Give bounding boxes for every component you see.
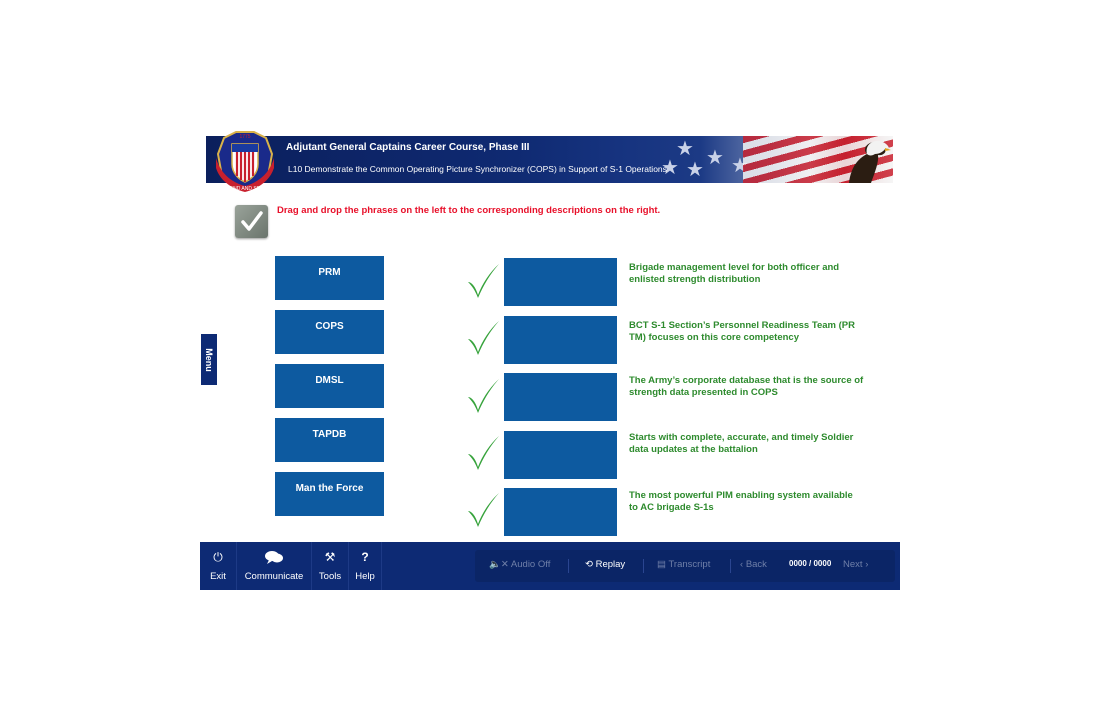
next-button[interactable]: Next › — [843, 559, 868, 570]
description-1: Brigade management level for both office… — [629, 262, 889, 285]
description-line: strength data presented in COPS — [629, 386, 778, 398]
divider — [568, 559, 569, 573]
chevron-right-icon: › — [865, 559, 869, 570]
drag-term-prm[interactable]: PRM — [275, 256, 384, 300]
chat-icon — [237, 550, 311, 567]
drop-target-3[interactable] — [504, 373, 617, 421]
menu-tab-button[interactable]: Menu — [201, 334, 217, 385]
crest-year: 1775 — [239, 134, 250, 140]
drag-term-label: COPS — [315, 321, 344, 332]
green-checkmark-icon — [468, 436, 499, 470]
drag-term-man-the-force[interactable]: Man the Force — [275, 472, 384, 516]
green-checkmark-icon — [468, 264, 499, 298]
description-line: enlisted strength distribution — [629, 273, 761, 285]
regimental-crest-logo: DEFEND AND SERVE 1775 — [216, 131, 274, 192]
audio-off-label: Audio Off — [510, 559, 551, 570]
course-header-banner: ★ ★ ★ ★ ★ Adjutant General Captains Care… — [206, 136, 893, 183]
transcript-label: Transcript — [668, 559, 711, 570]
help-button[interactable]: ? Help — [349, 542, 382, 590]
divider — [643, 559, 644, 573]
description-line: to AC brigade S-1s — [629, 501, 714, 513]
description-3: The Army’s corporate database that is th… — [629, 375, 889, 398]
power-icon: ⏻ — [213, 550, 223, 564]
replay-icon: ⟲ — [585, 559, 593, 570]
drag-term-cops[interactable]: COPS — [275, 310, 384, 354]
description-line: Starts with complete, accurate, and time… — [629, 432, 854, 443]
eagle-image — [849, 141, 891, 183]
exit-label: Exit — [210, 571, 226, 582]
drop-target-4[interactable] — [504, 431, 617, 479]
description-line: Brigade management level for both office… — [629, 262, 840, 273]
replay-button[interactable]: ⟲ Replay — [585, 559, 625, 570]
lesson-subtitle: L10 Demonstrate the Common Operating Pic… — [288, 164, 667, 174]
help-icon: ? — [361, 550, 369, 564]
exit-button[interactable]: ⏻ Exit — [200, 542, 237, 590]
green-checkmark-icon — [468, 493, 499, 527]
media-player-controls: 🔈✕ Audio Off ⟲ Replay ▤ Transcript ‹ Bac… — [475, 550, 895, 582]
footer-toolbar: ⏻ Exit Communicate ⚒ Tools ? Help 🔈✕ Aud… — [200, 542, 900, 590]
communicate-button[interactable]: Communicate — [237, 542, 312, 590]
communicate-label: Communicate — [244, 571, 304, 582]
crest-motto: DEFEND AND SERVE — [220, 186, 271, 192]
description-2: BCT S-1 Section’s Personnel Readiness Te… — [629, 320, 889, 343]
drag-term-label: PRM — [318, 267, 341, 278]
drag-term-dmsl[interactable]: DMSL — [275, 364, 384, 408]
course-title: Adjutant General Captains Career Course,… — [286, 142, 530, 153]
menu-tab-label: Menu — [204, 347, 214, 372]
transcript-button[interactable]: ▤ Transcript — [657, 559, 710, 570]
description-line: The Army’s corporate database that is th… — [629, 375, 864, 386]
activity-instructions: Drag and drop the phrases on the left to… — [277, 205, 661, 216]
flag-star-icon: ★ — [676, 138, 694, 160]
description-line: TM) focuses on this core competency — [629, 331, 799, 343]
flag-star-icon: ★ — [706, 147, 724, 169]
description-line: data updates at the battalion — [629, 443, 758, 455]
drag-term-label: DMSL — [315, 375, 344, 386]
activity-checkmark-icon — [235, 205, 268, 238]
divider — [730, 559, 731, 573]
page-counter: 0000 / 0000 — [789, 559, 832, 568]
drop-target-2[interactable] — [504, 316, 617, 364]
green-checkmark-icon — [468, 379, 499, 413]
drag-term-tapdb[interactable]: TAPDB — [275, 418, 384, 462]
green-checkmark-icon — [468, 321, 499, 355]
help-label: Help — [355, 571, 375, 582]
tools-label: Tools — [318, 571, 342, 582]
audio-off-button[interactable]: 🔈✕ Audio Off — [489, 559, 550, 570]
drag-term-label: Man the Force — [295, 483, 364, 494]
flag-star-icon: ★ — [686, 159, 704, 181]
drop-target-5[interactable] — [504, 488, 617, 536]
next-label: Next — [843, 559, 863, 570]
back-button[interactable]: ‹ Back — [740, 559, 767, 570]
drag-term-label: TAPDB — [312, 429, 347, 440]
description-4: Starts with complete, accurate, and time… — [629, 432, 889, 455]
tools-button[interactable]: ⚒ Tools — [312, 542, 349, 590]
speaker-muted-icon: 🔈✕ — [489, 559, 509, 570]
drop-target-1[interactable] — [504, 258, 617, 306]
description-5: The most powerful PIM enabling system av… — [629, 490, 889, 513]
chevron-left-icon: ‹ — [740, 559, 744, 570]
description-line: BCT S-1 Section’s Personnel Readiness Te… — [629, 320, 855, 331]
back-label: Back — [745, 559, 767, 570]
replay-label: Replay — [595, 559, 626, 570]
document-icon: ▤ — [657, 559, 666, 570]
description-line: The most powerful PIM enabling system av… — [629, 490, 853, 501]
tools-icon: ⚒ — [324, 550, 336, 564]
